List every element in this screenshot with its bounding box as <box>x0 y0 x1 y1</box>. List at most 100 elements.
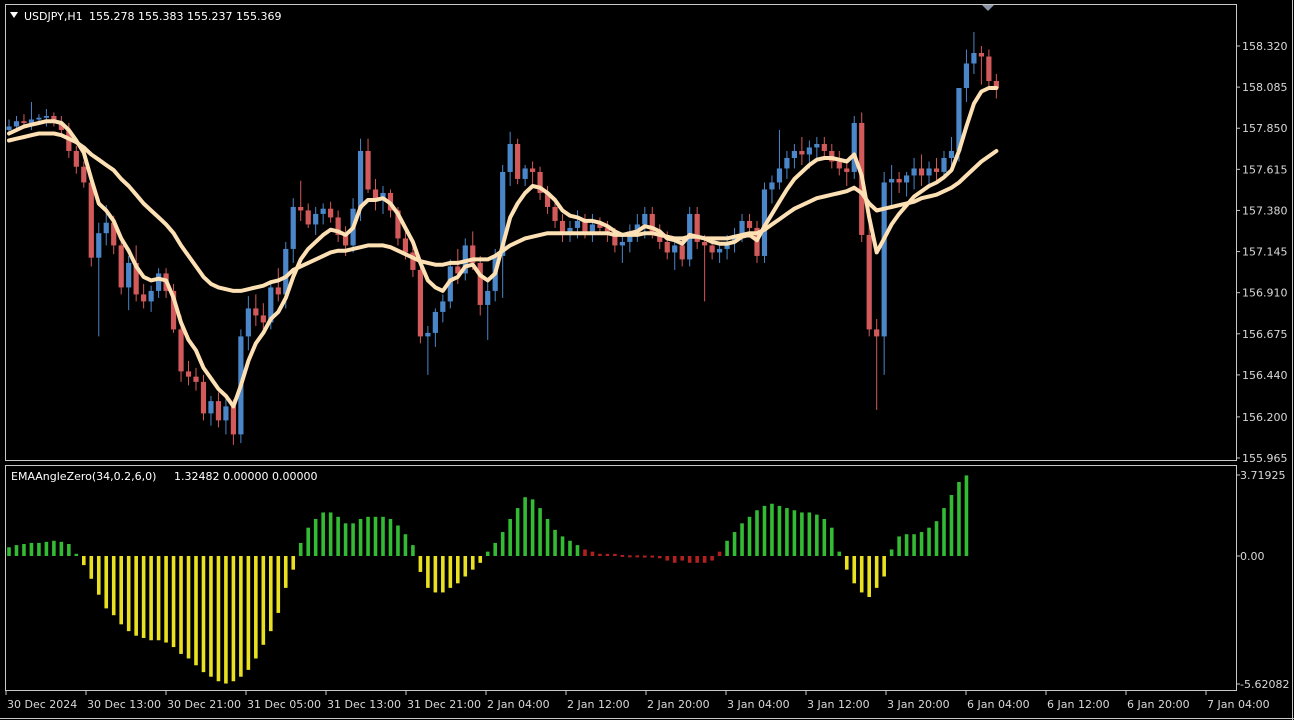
price-tick-label: 158.320 <box>1242 40 1288 53</box>
candle <box>784 150 790 179</box>
candle-body <box>305 210 311 225</box>
time-tick-label: 2 Jan 12:00 <box>567 698 630 711</box>
histogram-bar <box>89 556 94 579</box>
price-tick-label: 157.850 <box>1242 122 1288 135</box>
histogram-bar <box>269 556 273 632</box>
candle-body <box>776 168 783 183</box>
histogram-bar <box>179 556 183 654</box>
histogram-bar <box>553 529 557 556</box>
candle-body <box>941 157 947 172</box>
candle <box>791 143 797 169</box>
histogram-bar <box>859 556 864 593</box>
candle-body <box>589 224 596 232</box>
time-tick-label: 6 Jan 12:00 <box>1047 698 1110 711</box>
candle <box>305 203 311 228</box>
histogram-bar <box>515 508 520 556</box>
candle-body <box>156 273 162 291</box>
histogram-bar <box>874 556 879 588</box>
histogram-bar <box>643 555 647 558</box>
ema-fast-line <box>7 86 999 409</box>
histogram-bar <box>867 556 871 597</box>
histogram-bar <box>448 556 453 588</box>
histogram-bar <box>792 510 797 556</box>
candle <box>223 399 229 435</box>
time-tick-label: 3 Jan 12:00 <box>807 698 870 711</box>
price-axis: 158.320 158.085 157.850 157.615 157.380 157.1… <box>1236 40 1288 465</box>
histogram-bar <box>620 554 625 557</box>
candle <box>844 161 850 186</box>
histogram-bar <box>164 556 168 643</box>
candle-body <box>642 213 648 225</box>
time-tick-label: 7 Jan 04:00 <box>1207 698 1270 711</box>
candle <box>530 161 536 186</box>
candle-body <box>43 115 49 118</box>
histogram-bar <box>96 556 101 595</box>
histogram-bar <box>770 503 774 556</box>
candle-body <box>709 245 715 253</box>
candle-body <box>874 329 880 337</box>
candle-body <box>515 143 521 179</box>
histogram-bar <box>590 551 595 556</box>
price-tick-label: 156.675 <box>1242 328 1288 341</box>
histogram-bar <box>463 556 468 577</box>
candle-body <box>746 220 753 228</box>
candle <box>193 367 199 391</box>
candle <box>986 49 992 88</box>
histogram-bar <box>126 556 131 632</box>
ema-angle-histogram <box>7 475 969 684</box>
histogram-bar <box>762 505 767 556</box>
candle-body <box>96 233 102 258</box>
histogram-bar <box>538 508 542 556</box>
histogram-bar <box>635 555 640 558</box>
candle-body <box>844 168 850 172</box>
candle-body <box>425 332 431 337</box>
candle <box>313 206 319 235</box>
candle <box>559 213 566 242</box>
candle <box>156 268 162 298</box>
candle-body <box>799 150 805 155</box>
histogram-bar <box>605 553 610 556</box>
histogram-bar <box>246 556 251 670</box>
candle-body <box>253 308 259 316</box>
candle <box>185 360 192 386</box>
symbol-dropdown-icon[interactable] <box>10 12 18 18</box>
histogram-bar <box>261 556 266 645</box>
histogram-bar <box>82 556 86 566</box>
candle-body <box>81 166 87 183</box>
candle <box>440 294 446 323</box>
candle <box>978 46 984 85</box>
price-tick-label: 155.965 <box>1242 452 1288 465</box>
histogram-bar <box>755 510 759 556</box>
candle-body <box>230 406 236 435</box>
time-tick-label: 6 Jan 20:00 <box>1127 698 1190 711</box>
histogram-bar <box>493 542 497 556</box>
histogram-bar <box>239 556 243 677</box>
histogram-bar <box>657 556 662 559</box>
indicator-tick-label: 3.71925 <box>1240 469 1286 482</box>
candle-body <box>260 315 266 323</box>
histogram-bar <box>29 542 34 556</box>
histogram-bar <box>942 508 946 556</box>
candle-body <box>791 150 797 158</box>
candle-body <box>36 117 42 120</box>
candle <box>215 392 222 428</box>
histogram-bar <box>313 518 318 556</box>
candle <box>328 201 334 223</box>
candle <box>911 157 917 190</box>
histogram-bar <box>276 556 281 613</box>
histogram-bar <box>710 556 714 561</box>
histogram-bar <box>927 527 931 556</box>
histogram-bar <box>882 556 886 577</box>
candle-body <box>73 150 79 167</box>
histogram-bar <box>919 532 924 556</box>
histogram-bar <box>568 540 572 556</box>
candle-body <box>13 121 20 127</box>
histogram-bar <box>665 556 670 561</box>
time-tick-label: 31 Dec 05:00 <box>247 698 321 711</box>
chart-shift-marker-icon[interactable] <box>982 5 994 11</box>
candle-body <box>881 182 887 337</box>
candle-body <box>298 206 304 211</box>
histogram-bar <box>695 556 699 563</box>
candle <box>522 164 528 186</box>
histogram-bar <box>598 553 602 556</box>
